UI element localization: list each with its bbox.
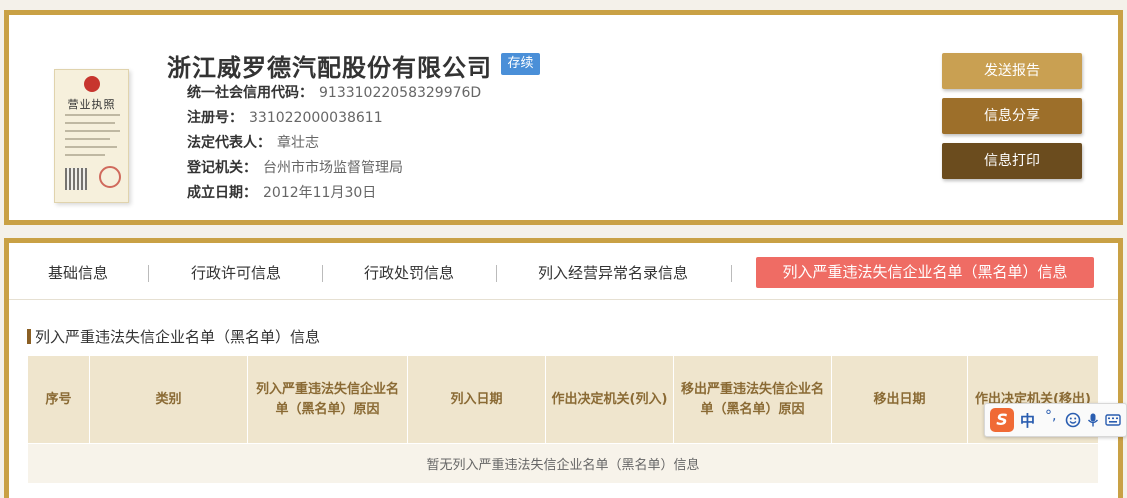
col-header-category: 类别	[89, 355, 248, 444]
section-title: 列入严重违法失信企业名单（黑名单）信息	[27, 326, 320, 347]
official-seal-icon	[99, 166, 121, 188]
credit-code-row: 统一社会信用代码： 91331022058329976D	[187, 83, 481, 103]
detail-card: 基础信息 行政许可信息 行政处罚信息 列入经营异常名录信息 列入严重违法失信企业…	[4, 238, 1123, 498]
established-date-row: 成立日期： 2012年11月30日	[187, 183, 376, 203]
company-name: 浙江威罗德汽配股份有限公司	[167, 54, 492, 82]
authority-row: 登记机关： 台州市市场监督管理局	[187, 158, 403, 178]
license-text-line	[65, 130, 120, 132]
established-date-label: 成立日期：	[187, 185, 257, 201]
col-header-listing-authority: 作出决定机关(列入)	[545, 355, 674, 444]
section-title-text: 列入严重违法失信企业名单（黑名单）信息	[35, 328, 321, 346]
license-text-line	[65, 154, 105, 156]
authority-label: 登记机关：	[187, 160, 257, 176]
tab-divider	[496, 265, 497, 282]
tab-blacklist[interactable]: 列入严重违法失信企业名单（黑名单）信息	[756, 257, 1094, 288]
legal-rep-row: 法定代表人： 章壮志	[187, 133, 319, 153]
sogou-logo-icon[interactable]: S	[990, 408, 1014, 432]
license-title: 营业执照	[67, 98, 116, 111]
col-header-index: 序号	[27, 355, 90, 444]
business-license-image[interactable]: 营业执照	[54, 69, 129, 203]
col-header-listing-date: 列入日期	[407, 355, 546, 444]
license-text-line	[65, 114, 120, 116]
legal-rep-label: 法定代表人：	[187, 135, 271, 151]
col-header-removal-date: 移出日期	[831, 355, 968, 444]
qr-code-icon	[65, 168, 87, 190]
reg-number-row: 注册号： 331022000038611	[187, 108, 383, 128]
reg-number-value: 331022000038611	[249, 110, 383, 126]
tab-basic-info[interactable]: 基础信息	[48, 262, 108, 283]
table-header-row: 序号 类别 列入严重违法失信企业名单（黑名单）原因 列入日期 作出决定机关(列入…	[27, 355, 1099, 444]
send-report-button[interactable]: 发送报告	[942, 53, 1082, 89]
smile-icon[interactable]	[1065, 412, 1081, 428]
status-badge: 存续	[501, 53, 540, 75]
authority-value: 台州市市场监督管理局	[263, 160, 403, 176]
microphone-icon[interactable]	[1085, 412, 1101, 428]
col-header-listing-reason: 列入严重违法失信企业名单（黑名单）原因	[247, 355, 408, 444]
blacklist-table: 序号 类别 列入严重违法失信企业名单（黑名单）原因 列入日期 作出决定机关(列入…	[27, 355, 1099, 484]
tab-bar: 基础信息 行政许可信息 行政处罚信息 列入经营异常名录信息 列入严重违法失信企业…	[9, 243, 1118, 300]
national-emblem-icon	[84, 76, 100, 92]
credit-code-label: 统一社会信用代码：	[187, 85, 313, 101]
tab-divider	[731, 265, 732, 282]
ime-punctuation-toggle[interactable]: °,	[1045, 408, 1056, 424]
license-text-line	[65, 146, 117, 148]
col-header-removal-reason: 移出严重违法失信企业名单（黑名单）原因	[673, 355, 832, 444]
reg-number-label: 注册号：	[187, 110, 243, 126]
established-date-value: 2012年11月30日	[263, 185, 377, 201]
company-card: 营业执照 浙江威罗德汽配股份有限公司 存续 统一社会信用代码： 913310220…	[4, 10, 1123, 225]
section-marker	[27, 329, 31, 344]
tab-admin-license[interactable]: 行政许可信息	[191, 262, 281, 283]
tab-divider	[322, 265, 323, 282]
tab-abnormal-list[interactable]: 列入经营异常名录信息	[538, 262, 688, 283]
print-info-button[interactable]: 信息打印	[942, 143, 1082, 179]
license-text-line	[65, 138, 110, 140]
share-info-button[interactable]: 信息分享	[942, 98, 1082, 134]
tab-divider	[148, 265, 149, 282]
tab-admin-penalty[interactable]: 行政处罚信息	[364, 262, 454, 283]
ime-toolbar[interactable]: S 中 °,	[984, 403, 1127, 437]
empty-message: 暂无列入严重违法失信企业名单（黑名单）信息	[27, 443, 1099, 484]
table-row: 暂无列入严重违法失信企业名单（黑名单）信息	[27, 443, 1099, 484]
credit-code-value: 91331022058329976D	[319, 85, 482, 101]
ime-mode-toggle[interactable]: 中	[1020, 410, 1035, 431]
license-text-line	[65, 122, 115, 124]
keyboard-icon[interactable]	[1105, 412, 1121, 428]
legal-rep-value: 章壮志	[277, 135, 319, 151]
